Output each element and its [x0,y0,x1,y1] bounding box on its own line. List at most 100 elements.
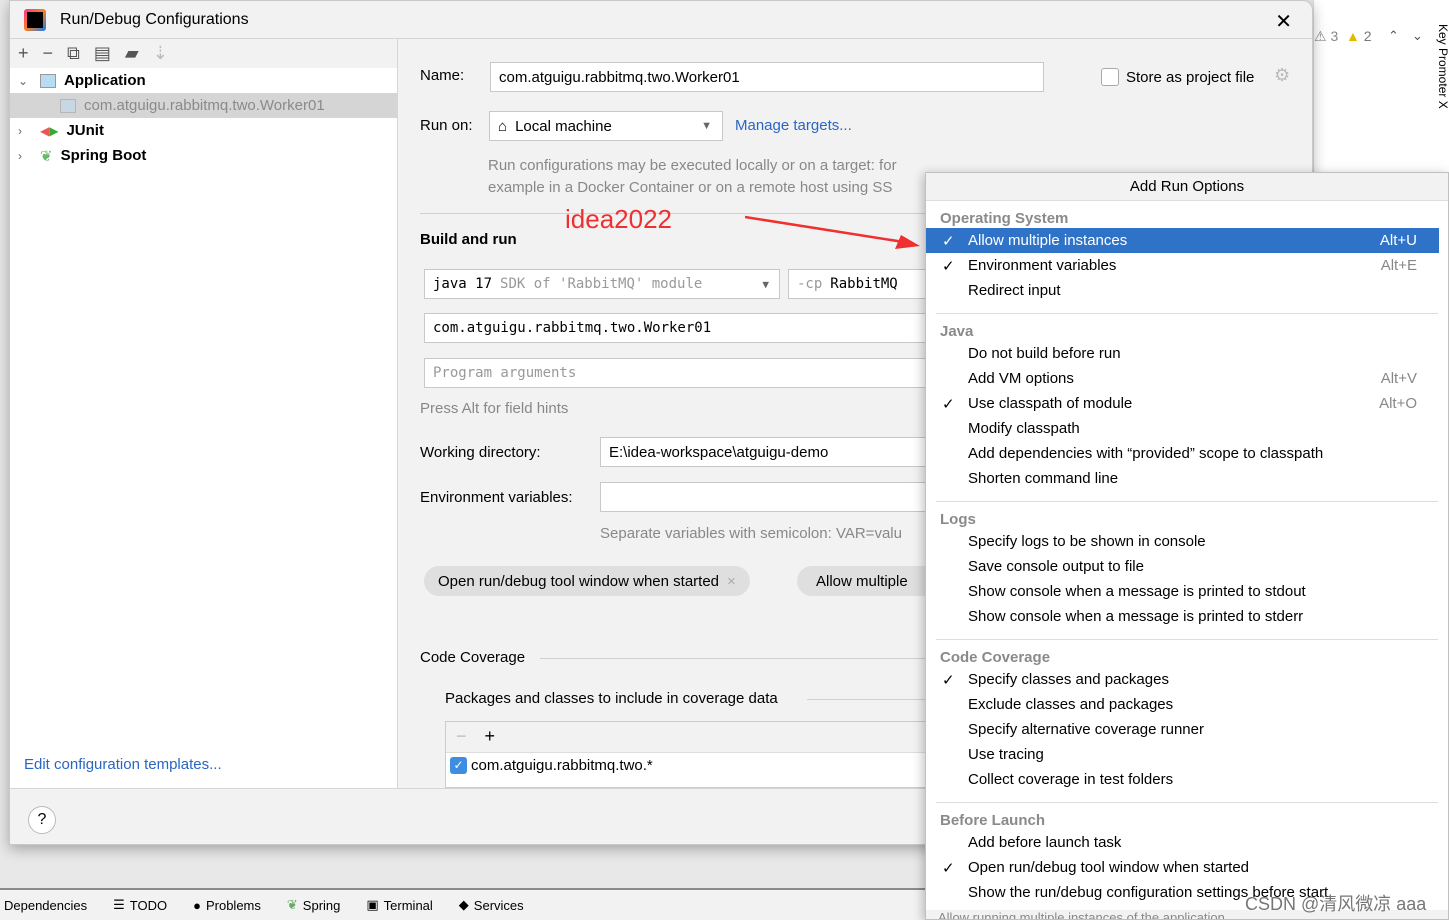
env-label: Environment variables: [420,489,573,506]
tree-node-spring-boot[interactable]: › ❦ Spring Boot [10,143,397,168]
option-item[interactable]: ✓ Allow multiple instances Alt+U [926,228,1439,253]
add-icon[interactable]: + [485,726,496,748]
program-arguments-input[interactable]: Program arguments [424,358,928,388]
alt-hint: Press Alt for field hints [420,400,569,417]
option-item[interactable]: ✓ Use classpath of module Alt+O [926,391,1439,416]
check-icon: ✓ [942,859,955,877]
env-input[interactable] [600,482,928,512]
option-label: Open run/debug tool window when started [968,859,1250,876]
package-row[interactable]: ✓ com.atguigu.rabbitmq.two.* [446,753,928,778]
add-run-options-popup: Add Run Options Operating System ✓ Allow m… [925,172,1449,920]
key-promoter-tab[interactable]: Key Promoter X [1436,24,1449,109]
edit-templates-link[interactable]: Edit configuration templates... [24,756,222,773]
option-item[interactable]: ✓ Open run/debug tool window when started [926,855,1439,880]
save-icon[interactable]: ▤ [94,43,111,64]
chip-open-tool-window[interactable]: Open run/debug tool window when started × [424,566,750,596]
next-highlight-icon[interactable]: ⌄ [1412,28,1423,44]
spring-boot-icon: ❦ [40,147,53,165]
option-label: Save console output to file [968,558,1144,575]
main-class-input[interactable]: com.atguigu.rabbitmq.two.Worker01 [424,313,928,343]
run-on-hint: Run configurations may be executed local… [488,157,897,196]
option-item[interactable]: Show console when a message is printed t… [926,579,1439,604]
option-item[interactable]: Shorten command line [926,466,1439,491]
option-item[interactable]: Specify alternative coverage runner [926,717,1439,742]
remove-icon[interactable]: − [43,43,54,64]
tree-node-worker01[interactable]: com.atguigu.rabbitmq.two.Worker01 [10,93,397,118]
junit-icon: ◀▶ [40,123,59,138]
services-icon: ◆ [458,897,469,912]
option-item[interactable]: Save console output to file [926,554,1439,579]
chip-allow-multiple[interactable]: Allow multiple [797,566,937,596]
option-item[interactable]: Use tracing [926,742,1439,767]
option-item[interactable]: Modify classpath [926,416,1439,441]
jdk-select[interactable]: java 17 SDK of 'RabbitMQ' module ▼ [424,269,780,299]
home-icon: ⌂ [498,117,508,135]
tree-node-application[interactable]: ⌄ Application [10,68,397,93]
divider [540,658,926,659]
new-folder-icon[interactable]: ▰ [125,43,139,64]
copy-icon[interactable]: ⧉ [67,43,80,64]
manage-targets-link[interactable]: Manage targets... [735,117,852,134]
chevron-right-icon[interactable]: › [18,124,32,138]
annotation-text: idea2022 [565,204,672,234]
group-header: Java [940,323,974,340]
run-on-select[interactable]: ⌂ Local machine ▼ [489,111,723,141]
tab-spring[interactable]: ❦ Spring [287,897,340,913]
classpath-select[interactable]: -cp RabbitMQ [788,269,928,299]
option-label: Add before launch task [968,834,1122,851]
intellij-logo-icon [24,8,46,31]
option-item[interactable]: Collect coverage in test folders [926,767,1439,792]
close-icon[interactable]: ✕ [1275,9,1292,34]
option-item[interactable]: Redirect input [926,278,1439,303]
option-item[interactable]: Show console when a message is printed t… [926,604,1439,629]
add-icon[interactable]: + [18,43,29,64]
option-shortcut: Alt+O [1379,395,1417,412]
option-label: Allow multiple instances [968,232,1128,249]
remove-icon[interactable]: − [456,726,467,748]
option-label: Do not build before run [968,345,1121,362]
warning-count[interactable]: ⚠ 3 [1314,28,1338,45]
config-tree: ⌄ Application com.atguigu.rabbitmq.two.Wo… [10,68,397,788]
sort-icon[interactable]: ⇣ [153,43,168,64]
store-project-checkbox[interactable] [1101,68,1119,86]
option-item[interactable]: Do not build before run [926,341,1439,366]
option-label: Show console when a message is printed t… [968,583,1306,600]
checkbox-checked[interactable]: ✓ [450,757,467,774]
option-item[interactable]: ✓ Specify classes and packages [926,667,1439,692]
check-icon: ✓ [942,232,955,250]
packages-label: Packages and classes to include in cover… [445,690,778,707]
list-icon: ☰ [113,897,125,912]
gear-icon[interactable]: ⚙ [1274,65,1290,86]
help-button[interactable]: ? [28,806,56,834]
terminal-icon: ▣ [366,897,379,912]
option-item[interactable]: Exclude classes and packages [926,692,1439,717]
tab-problems[interactable]: ● Problems [193,897,261,913]
weak-warning-count[interactable]: ▲ 2 [1346,28,1372,44]
watermark: CSDN @清风微凉 aaa [1245,894,1427,914]
option-label: Use classpath of module [968,395,1133,412]
close-icon[interactable]: × [727,573,736,590]
option-label: Use tracing [968,746,1044,763]
chevron-right-icon[interactable]: › [18,149,32,163]
tab-dependencies[interactable]: Dependencies [4,898,87,913]
tab-terminal[interactable]: ▣ Terminal [366,897,432,913]
dialog-title: Run/Debug Configurations [60,10,249,28]
chevron-down-icon[interactable]: ⌄ [18,74,32,88]
option-shortcut: Alt+E [1380,257,1417,274]
tab-todo[interactable]: ☰ TODO [113,897,167,913]
option-item[interactable]: Add before launch task [926,830,1439,855]
tree-node-junit[interactable]: › ◀▶ JUnit [10,118,397,143]
option-item[interactable]: Add dependencies with “provided” scope t… [926,441,1439,466]
option-item[interactable]: Add VM options Alt+V [926,366,1439,391]
option-shortcut: Alt+U [1379,232,1417,249]
option-item[interactable]: ✓ Environment variables Alt+E [926,253,1439,278]
option-item[interactable]: Specify logs to be shown in console [926,529,1439,554]
prev-highlight-icon[interactable]: ⌃ [1388,28,1399,44]
application-icon [40,73,56,88]
name-input[interactable]: com.atguigu.rabbitmq.two.Worker01 [490,62,1044,92]
tab-services[interactable]: ◆ Services [458,897,524,913]
packages-toolbar: − + [446,722,928,753]
workdir-input[interactable]: E:\idea-workspace\atguigu-demo [600,437,928,467]
problems-icon: ● [193,897,201,913]
check-icon: ✓ [942,257,955,275]
